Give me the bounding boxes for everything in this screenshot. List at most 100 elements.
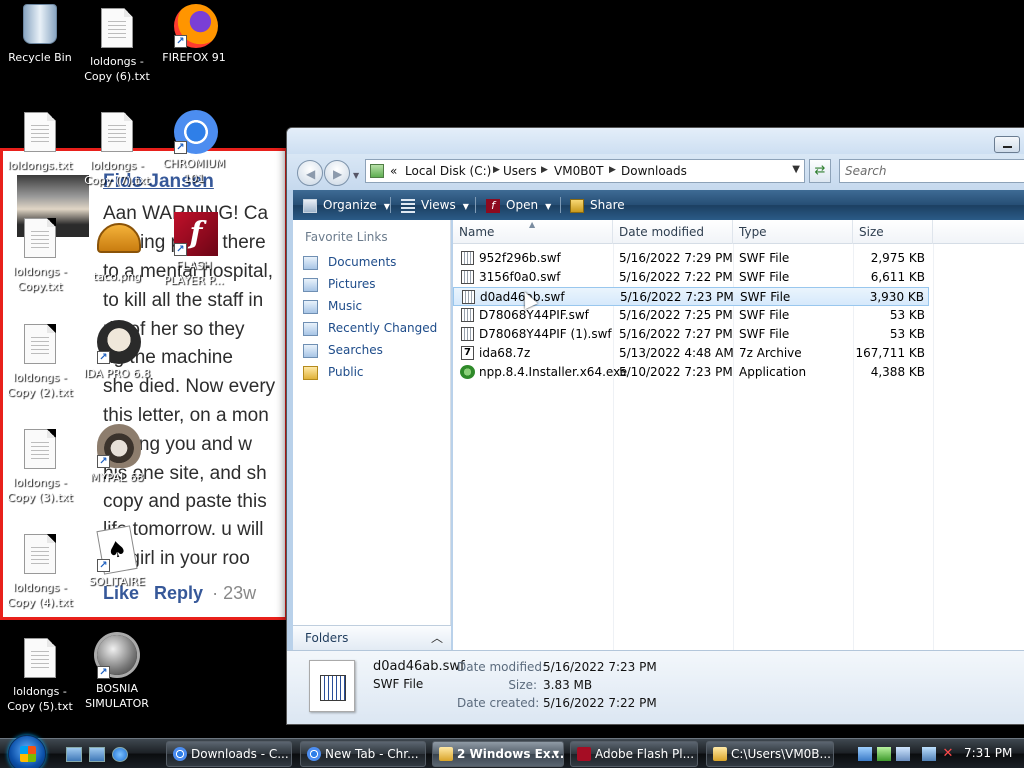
desktop-icon-flash-player[interactable]: f ↗ FLASH PLAYER P...	[154, 212, 234, 288]
taskbar-button-folder[interactable]: C:\Users\VM0B...	[706, 741, 834, 767]
breadcrumb-downloads[interactable]: Downloads	[621, 164, 687, 178]
search-input[interactable]	[840, 160, 1024, 182]
breadcrumb-users[interactable]: Users	[503, 164, 537, 178]
network-icon[interactable]	[922, 747, 936, 761]
organize-button[interactable]: Organize ▼	[303, 190, 390, 220]
file-row[interactable]: 3156f0a0.swf 5/16/2022 7:22 PM SWF File …	[453, 268, 929, 287]
detail-size-label: Size:	[508, 678, 537, 692]
volume-muted-icon[interactable]: ✕	[941, 747, 955, 761]
favorite-link-label: Public	[328, 365, 364, 379]
file-size: 3,930 KB	[869, 290, 924, 304]
breadcrumb-separator-icon[interactable]: ▶	[609, 165, 616, 175]
file-date: 5/16/2022 7:23 PM	[620, 290, 734, 304]
desktop-icon-taco[interactable]: taco.png	[77, 215, 157, 284]
window-title-bar[interactable]	[287, 128, 1024, 154]
desktop-icon-solitaire[interactable]: ♠ ↗ SOLITAIRE	[77, 525, 157, 589]
dropdown-arrow-icon: ▼	[462, 202, 469, 211]
folders-bar[interactable]: Folders ︿	[293, 625, 451, 650]
views-button[interactable]: Views ▼	[401, 190, 469, 220]
taskbar-button-downloads[interactable]: Downloads - C...	[166, 741, 292, 767]
column-header-type[interactable]: Type	[733, 220, 853, 244]
breadcrumb-separator-icon[interactable]: ▶	[541, 165, 548, 175]
start-button[interactable]	[8, 735, 46, 768]
favorite-link-recently-changed[interactable]: Recently Changed	[303, 321, 437, 339]
desktop-icon-loldongs-copy-6[interactable]: loldongs - Copy (6).txt	[77, 8, 157, 84]
column-header-date-modified[interactable]: Date modified	[613, 220, 733, 244]
address-dropdown-icon[interactable]: ▼	[792, 164, 800, 175]
desktop-icon-loldongs[interactable]: loldongs.txt	[0, 112, 80, 173]
task-label: Adobe Flash Pl...	[595, 747, 695, 761]
tray-app-icon[interactable]	[877, 747, 891, 761]
desktop-icon-mypal[interactable]: ↗ MYPAL 68	[77, 424, 157, 485]
file-row[interactable]: 952f296b.swf 5/16/2022 7:29 PM SWF File …	[453, 249, 929, 268]
pictures-icon	[303, 277, 318, 292]
tray-app-icon[interactable]	[858, 747, 872, 761]
toolbar-separator	[560, 197, 561, 213]
desktop-icon-recycle-bin[interactable]: Recycle Bin	[0, 4, 80, 65]
desktop-icon-ida-pro[interactable]: ↗ IDA PRO 6.8	[77, 320, 157, 381]
open-button[interactable]: f Open ▼	[486, 190, 551, 220]
chevron-up-icon[interactable]: ︿	[431, 629, 443, 646]
breadcrumb-local-disk[interactable]: Local Disk (C:)	[405, 164, 491, 178]
taskbar-button-new-tab[interactable]: New Tab - Chr...	[300, 741, 426, 767]
taskbar-clock[interactable]: 7:31 PM	[964, 746, 1012, 760]
desktop-icon-loldongs-copy-4[interactable]: loldongs - Copy (4).txt	[0, 534, 80, 610]
breadcrumb-separator-icon[interactable]: ▶	[493, 165, 500, 175]
address-bar[interactable]: « Local Disk (C:) ▶ Users ▶ VM0B0T ▶ Dow…	[365, 159, 805, 183]
desktop-icon-firefox[interactable]: ↗ FIREFOX 91	[154, 4, 234, 65]
show-desktop-icon[interactable]	[66, 747, 82, 762]
comment-age: · 23w	[212, 583, 257, 603]
desktop-icon-label: loldongs - Copy (5).txt	[7, 685, 73, 713]
favorite-link-music[interactable]: Music	[303, 299, 362, 317]
file-row[interactable]: npp.8.4.Installer.x64.exe 5/10/2022 7:23…	[453, 363, 929, 382]
detail-filetype: SWF File	[373, 677, 424, 691]
desktop-icon-bosnia-simulator[interactable]: ↗ BOSNIA SIMULATOR	[77, 633, 157, 711]
file-size: 167,711 KB	[855, 346, 925, 360]
task-label: Downloads - C...	[191, 747, 289, 761]
desktop-icon-loldongs-copy[interactable]: loldongs - Copy.txt	[0, 218, 80, 294]
minimize-button[interactable]	[994, 136, 1020, 153]
favorite-link-documents[interactable]: Documents	[303, 255, 396, 273]
7z-archive-icon: 7	[461, 346, 474, 360]
internet-explorer-icon[interactable]	[112, 747, 128, 762]
file-row[interactable]: 7 ida68.7z 5/13/2022 4:48 AM 7z Archive …	[453, 344, 929, 363]
tray-app-icon[interactable]	[896, 747, 910, 761]
desktop-icon-chromium[interactable]: ↗ CHROMIUM 101	[154, 110, 234, 186]
favorite-link-pictures[interactable]: Pictures	[303, 277, 376, 295]
search-box[interactable]	[839, 159, 1024, 183]
file-row[interactable]: D78068Y44PIF (1).swf 5/16/2022 7:27 PM S…	[453, 325, 929, 344]
text-file-icon	[24, 638, 56, 678]
explorer-window[interactable]: ◀ ▶ ▼ « Local Disk (C:) ▶ Users ▶ VM0B0T…	[286, 127, 1024, 725]
dropdown-arrow-icon: ▼	[545, 202, 552, 211]
recent-pages-dropdown-icon[interactable]: ▼	[353, 171, 359, 180]
share-button[interactable]: Share	[570, 190, 625, 220]
taskbar-button-flash-player[interactable]: Adobe Flash Pl...	[570, 741, 698, 767]
folder-icon	[439, 747, 453, 761]
desktop-icon-label: FIREFOX 91	[162, 51, 226, 64]
toolbar-separator	[390, 197, 391, 213]
recently-changed-icon	[303, 321, 318, 336]
desktop-icon-label: taco.png	[92, 270, 142, 283]
breadcrumb-vm0b0t[interactable]: VM0B0T	[554, 164, 603, 178]
comment-line: to kill all the staff in	[103, 290, 264, 311]
desktop-icon-loldongs-copy-7[interactable]: loldongs - Copy (7).txt	[77, 112, 157, 188]
switch-windows-icon[interactable]	[89, 747, 105, 762]
desktop-icon-loldongs-copy-5[interactable]: loldongs - Copy (5).txt	[0, 638, 80, 714]
desktop-icon-loldongs-copy-3[interactable]: loldongs - Copy (3).txt	[0, 429, 80, 505]
file-name: npp.8.4.Installer.x64.exe	[479, 365, 628, 379]
recycle-bin-icon	[23, 4, 57, 44]
taskbar-button-windows-explorer[interactable]: 2 Windows Ex... ▼	[432, 741, 564, 767]
favorite-link-searches[interactable]: Searches	[303, 343, 383, 361]
favorite-link-public[interactable]: Public	[303, 365, 364, 383]
forward-arrow-icon: ▶	[333, 167, 343, 181]
swf-file-icon	[461, 251, 474, 265]
file-date: 5/13/2022 4:48 AM	[619, 346, 734, 360]
back-button[interactable]: ◀	[297, 160, 323, 186]
text-file-icon	[101, 8, 133, 48]
forward-button[interactable]: ▶	[324, 160, 350, 186]
desktop-icon-loldongs-copy-2[interactable]: loldongs - Copy (2).txt	[0, 324, 80, 400]
text-file-icon	[24, 324, 56, 364]
column-header-size[interactable]: Size	[853, 220, 933, 244]
breadcrumb-overflow[interactable]: «	[390, 164, 397, 178]
refresh-button[interactable]: ⇄	[809, 159, 831, 183]
